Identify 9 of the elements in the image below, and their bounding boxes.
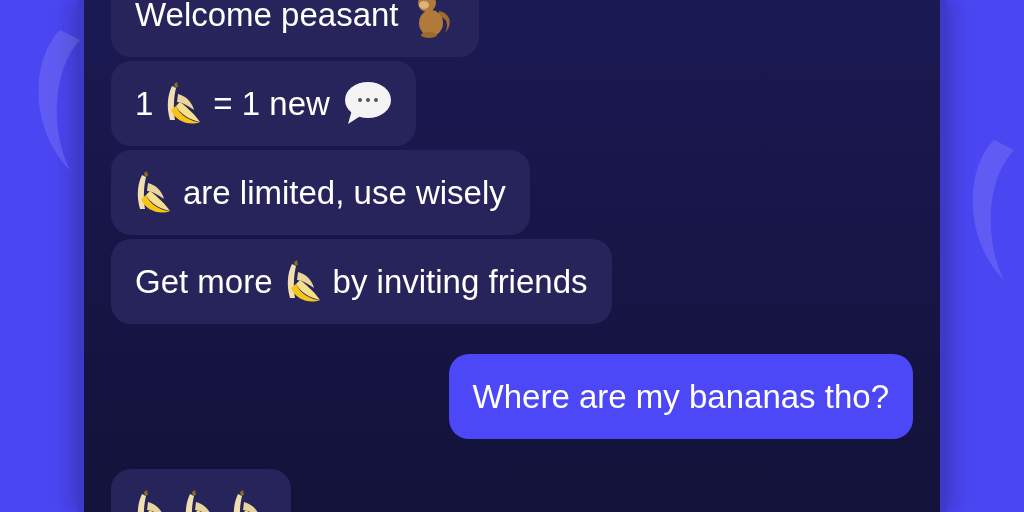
banana-icon (165, 81, 202, 126)
message-text: 1 (135, 84, 154, 124)
message-text: Where are my bananas tho? (472, 377, 889, 417)
message-text: are limited, use wisely (183, 173, 506, 213)
message-text: = 1 new (213, 84, 330, 124)
message-text: Get more (135, 262, 273, 302)
message-text: by inviting friends (332, 262, 588, 302)
message-text: Welcome peasant (135, 0, 399, 35)
banana-icon (135, 170, 171, 215)
